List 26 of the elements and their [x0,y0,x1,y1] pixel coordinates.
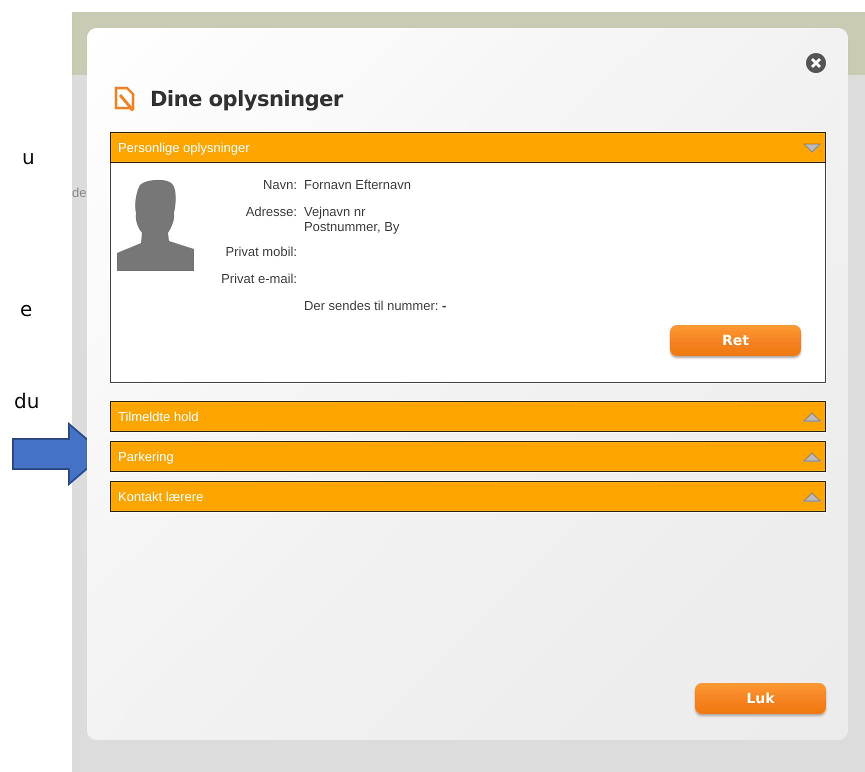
expand-triangle-icon [803,492,821,502]
field-value: Postnummer, By [304,219,400,234]
close-icon[interactable] [806,53,826,73]
edit-button[interactable]: Ret [670,325,801,356]
cropped-text: u [21,145,36,169]
close-button[interactable]: Luk [695,683,826,714]
expand-triangle-icon [803,412,821,422]
section-header[interactable]: Personlige oplysninger [110,132,826,163]
dialog-title: Dine oplysninger [150,87,343,111]
section-header[interactable]: Tilmeldte hold [110,401,826,432]
section-header[interactable]: Kontakt lærere [110,481,826,512]
field-label: Navn: [262,177,297,194]
section-header[interactable]: Parkering [110,441,826,472]
expand-triangle-icon [803,452,821,462]
field-value: Fornavn Efternavn [304,177,411,192]
person-silhouette-icon [117,177,194,271]
field-label: Privat mobil: [224,244,297,261]
cropped-text: e [19,297,34,321]
collapse-triangle-icon [803,142,821,152]
field-label: Adresse: [244,204,297,221]
field-value: Vejnavn nr [304,204,366,219]
document-edit-icon [114,86,136,112]
background-text: de [72,185,86,200]
field-label: Privat e-mail: [220,271,297,288]
cropped-text: du [14,389,40,413]
sms-note: Der sendes til nummer: - [304,298,446,315]
